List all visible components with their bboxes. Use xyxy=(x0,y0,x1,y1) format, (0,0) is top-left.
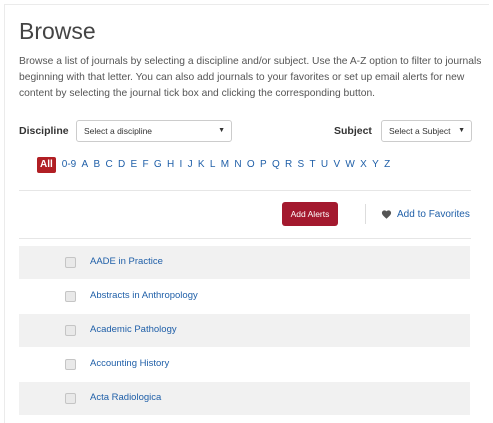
az-letter-o[interactable]: O xyxy=(247,157,255,173)
add-to-favorites-label: Add to Favorites xyxy=(397,208,470,220)
caret-down-icon: ▼ xyxy=(458,127,465,134)
discipline-label: Discipline xyxy=(19,125,69,137)
journal-title-link[interactable]: Abstracts in Anthropology xyxy=(90,289,198,303)
subject-select[interactable]: Select a Subject ▼ xyxy=(381,120,472,142)
caret-down-icon: ▼ xyxy=(218,127,225,134)
journal-row: Acta Radiologica xyxy=(19,382,470,415)
az-letter-s[interactable]: S xyxy=(298,157,305,173)
az-letter-k[interactable]: K xyxy=(198,157,205,173)
subject-select-value: Select a Subject xyxy=(389,126,451,136)
az-letter-r[interactable]: R xyxy=(285,157,292,173)
vertical-separator xyxy=(365,204,366,224)
discipline-select-value: Select a discipline xyxy=(84,126,153,136)
journal-checkbox[interactable] xyxy=(65,359,76,370)
az-letter-f[interactable]: F xyxy=(143,157,149,173)
journal-title-link[interactable]: AADE in Practice xyxy=(90,255,163,269)
journal-row: AADE in Practice xyxy=(19,246,470,279)
az-letter-n[interactable]: N xyxy=(234,157,241,173)
az-letter-b[interactable]: B xyxy=(94,157,101,173)
az-letter-t[interactable]: T xyxy=(310,157,316,173)
az-letter-w[interactable]: W xyxy=(345,157,354,173)
az-filter-bar: All 0-9 A B C D E F G H I J K L M N O P Q R S T U V W X Y Z xyxy=(37,157,396,173)
journal-title-link[interactable]: Acta Radiologica xyxy=(90,391,161,405)
az-letter-d[interactable]: D xyxy=(118,157,125,173)
divider xyxy=(19,190,471,191)
az-letter-l[interactable]: L xyxy=(210,157,216,173)
discipline-select[interactable]: Select a discipline ▼ xyxy=(76,120,232,142)
az-letter-all[interactable]: All xyxy=(37,157,56,173)
az-letter-q[interactable]: Q xyxy=(272,157,280,173)
journal-title-link[interactable]: Academic Pathology xyxy=(90,323,177,337)
az-letter-h[interactable]: H xyxy=(167,157,174,173)
add-alerts-button[interactable]: Add Alerts xyxy=(282,202,338,226)
journal-title-link[interactable]: Accounting History xyxy=(90,357,169,371)
az-letter-y[interactable]: Y xyxy=(372,157,379,173)
page-title: Browse xyxy=(19,18,96,44)
az-letter-i[interactable]: I xyxy=(180,157,183,173)
add-to-favorites-link[interactable]: Add to Favorites xyxy=(381,207,470,221)
page-intro: Browse a list of journals by selecting a… xyxy=(19,56,482,99)
journal-row: Accounting History xyxy=(19,348,470,381)
az-letter-x[interactable]: X xyxy=(360,157,367,173)
divider xyxy=(19,238,471,239)
journal-checkbox[interactable] xyxy=(65,291,76,302)
journal-row: Academic Pathology xyxy=(19,314,470,347)
az-letter-e[interactable]: E xyxy=(131,157,138,173)
subject-label: Subject xyxy=(334,125,372,137)
az-letter-0-9[interactable]: 0-9 xyxy=(62,157,76,173)
az-letter-z[interactable]: Z xyxy=(384,157,390,173)
az-letter-m[interactable]: M xyxy=(221,157,229,173)
az-letter-j[interactable]: J xyxy=(188,157,193,173)
heart-icon xyxy=(381,209,392,219)
az-letter-p[interactable]: P xyxy=(260,157,267,173)
journal-row: Abstracts in Anthropology xyxy=(19,280,470,313)
journal-checkbox[interactable] xyxy=(65,393,76,404)
az-letter-g[interactable]: G xyxy=(154,157,162,173)
az-letter-u[interactable]: U xyxy=(321,157,328,173)
journal-checkbox[interactable] xyxy=(65,257,76,268)
journal-checkbox[interactable] xyxy=(65,325,76,336)
az-letter-c[interactable]: C xyxy=(105,157,112,173)
az-letter-a[interactable]: A xyxy=(82,157,89,173)
az-letter-v[interactable]: V xyxy=(333,157,340,173)
